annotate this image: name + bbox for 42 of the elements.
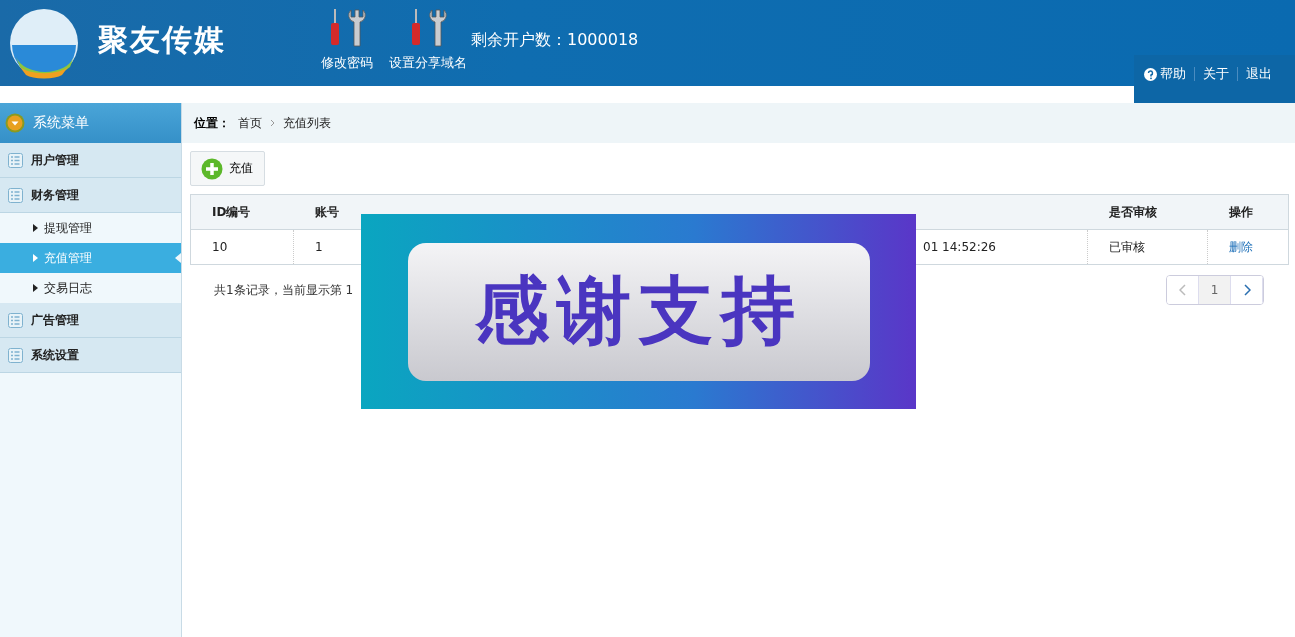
header-link[interactable]: 退出 xyxy=(1246,65,1272,83)
menu-item[interactable]: 交易日志 xyxy=(0,273,181,303)
list-icon xyxy=(8,152,23,168)
chevron-left-icon xyxy=(1178,284,1187,296)
column-header: ID编号 xyxy=(190,194,294,230)
recharge-button[interactable]: 充值 xyxy=(190,151,265,186)
tool-button[interactable]: 修改密码 xyxy=(321,8,373,72)
caret-icon xyxy=(33,254,38,262)
accounts-remaining: 剩余开户数：1000018 xyxy=(471,30,639,51)
caret-icon xyxy=(33,284,38,292)
chevron-icon xyxy=(270,119,275,127)
menu-group[interactable]: 广告管理 xyxy=(0,303,181,338)
location-label: 位置： xyxy=(194,114,230,132)
column-header: 是否审核 xyxy=(1087,194,1208,230)
caret-icon xyxy=(33,224,38,232)
brand-name: 聚友传媒 xyxy=(98,21,226,59)
header-link[interactable]: 关于 xyxy=(1203,65,1229,83)
column-header: 账号 xyxy=(293,194,373,230)
table-cell: 已审核 xyxy=(1087,229,1208,265)
list-icon xyxy=(8,187,23,203)
breadcrumb-link[interactable]: 首页 xyxy=(238,114,262,132)
help-icon xyxy=(1144,67,1157,81)
menu-group[interactable]: 用户管理 xyxy=(0,143,181,178)
dropdown-circle-icon xyxy=(5,113,25,133)
sidebar-title-text: 系统菜单 xyxy=(33,114,89,132)
delete-link[interactable]: 删除 xyxy=(1229,239,1253,254)
chevron-right-icon xyxy=(1242,284,1251,296)
record-summary: 共1条记录，当前显示第 1 xyxy=(214,281,354,299)
page-button[interactable]: 1 xyxy=(1199,276,1231,304)
breadcrumb-link[interactable]: 充值列表 xyxy=(283,114,331,132)
list-icon xyxy=(8,347,23,363)
plus-icon xyxy=(201,157,223,180)
column-header: 操作 xyxy=(1207,194,1289,230)
table-cell: 10 xyxy=(190,229,294,265)
thanks-banner: 感谢支持 xyxy=(361,214,916,409)
menu-group[interactable]: 财务管理 xyxy=(0,178,181,213)
menu-item[interactable]: 提现管理 xyxy=(0,213,181,243)
help-link[interactable]: 帮助 xyxy=(1144,65,1186,83)
menu-group[interactable]: 系统设置 xyxy=(0,338,181,373)
tool-button[interactable]: 设置分享域名 xyxy=(389,8,467,72)
list-icon xyxy=(8,312,23,328)
previous-page-button[interactable] xyxy=(1167,276,1199,304)
